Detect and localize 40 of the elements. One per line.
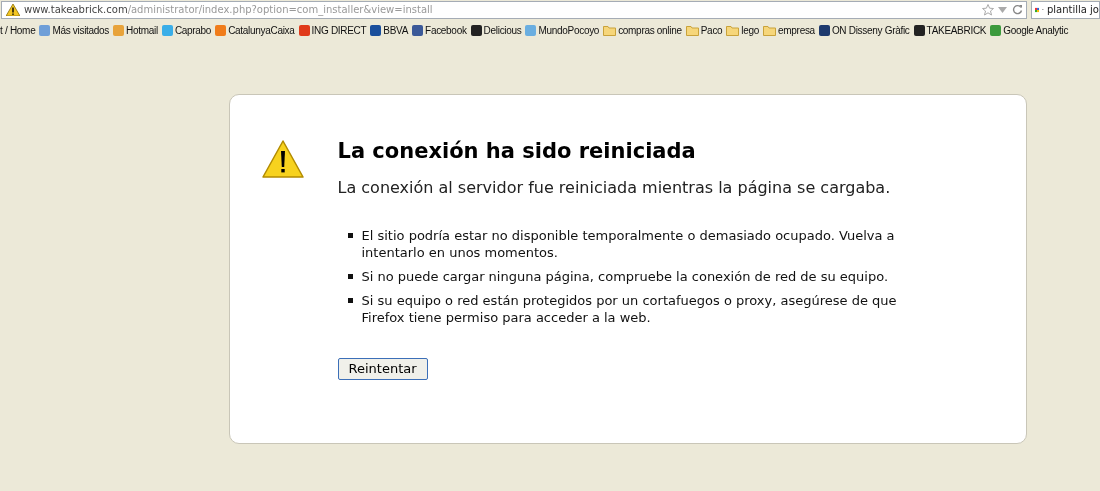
folder-icon [685, 24, 699, 36]
dropdown-icon[interactable] [998, 6, 1007, 13]
error-title: La conexión ha sido reiniciada [337, 138, 697, 164]
search-text: plantilla jo [1046, 3, 1099, 17]
bullet-text: Si su equipo o red están protegidos por un cortafuegos o proxy, asegúrese de que Firefox tiene permiso para acceder a la web. [361, 292, 898, 326]
star-icon[interactable] [982, 3, 994, 16]
bullet-text: El sitio podría estar no disponible temporalmente o demasiado ocupado. Vuelva a intentarlo en unos momentos. [361, 227, 896, 261]
url-path: /administrator/index.php?option=com_installer&view=install [127, 3, 433, 17]
reload-icon[interactable] [1012, 4, 1023, 15]
folder-icon [603, 24, 617, 36]
bookmark-link[interactable]: Paco [700, 22, 723, 38]
bookmark-link[interactable]: Google Analytic [1003, 22, 1069, 38]
bookmark-link[interactable]: Hotmail [126, 22, 158, 38]
search-field[interactable]: plantilla jo [1031, 0, 1100, 19]
bookmark-link[interactable]: Delicious [483, 22, 522, 38]
retry-button[interactable]: Reintentar [337, 358, 428, 380]
bullet-icon [347, 298, 353, 303]
bookmark-link[interactable]: Más visitados [52, 22, 110, 38]
bookmark-link[interactable]: ON Disseny Gràfic [831, 22, 910, 38]
bookmark-link[interactable]: compras online [618, 22, 682, 38]
folder-icon [763, 24, 777, 36]
error-message: La conexión al servidor fue reiniciada mientras la página se cargaba. [337, 177, 892, 199]
bookmark-link[interactable]: Facebook [425, 22, 467, 38]
bookmark-link[interactable]: empresa [778, 22, 815, 38]
bookmark-link[interactable]: lego [741, 22, 760, 38]
warning-icon [6, 3, 20, 16]
bookmark-link[interactable]: MundoPocoyo [538, 22, 600, 38]
url-host: www.takeabrick.com [24, 3, 128, 15]
bookmark-link[interactable]: BBVA [383, 22, 409, 38]
bookmark-link[interactable]: Caprabo [174, 22, 212, 38]
warning-icon [261, 140, 304, 178]
address-field[interactable]: www.takeabrick.com/administrator/index.php?option=com_installer&view=install [1, 0, 1027, 19]
bookmark-link[interactable]: TAKEABRICK [926, 22, 987, 38]
bookmark-link[interactable]: t / Home [0, 22, 36, 38]
bookmark-link[interactable]: ING DIRECT [311, 22, 367, 38]
bullet-icon [347, 233, 353, 238]
bullet-text: Si no puede cargar ninguna página, compruebe la conexión de red de su equipo. [361, 268, 889, 285]
folder-icon [726, 24, 740, 36]
bullet-icon [347, 274, 353, 279]
bookmark-link[interactable]: CatalunyaCaixa [228, 22, 295, 38]
